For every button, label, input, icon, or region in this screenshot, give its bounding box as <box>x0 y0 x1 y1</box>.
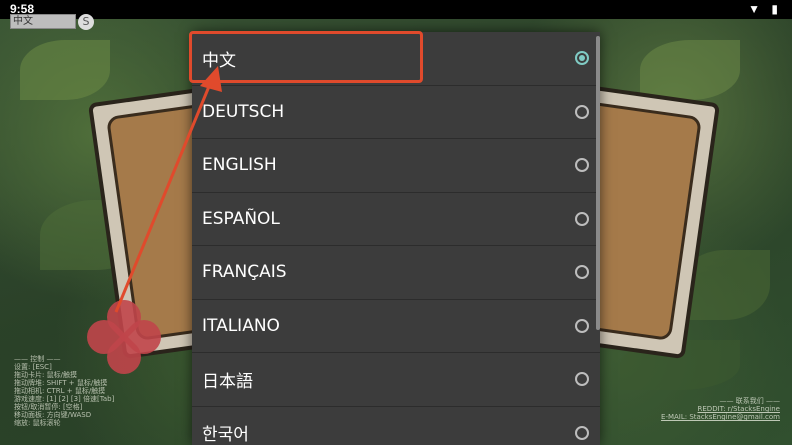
annotation-arrow-icon <box>114 66 222 313</box>
